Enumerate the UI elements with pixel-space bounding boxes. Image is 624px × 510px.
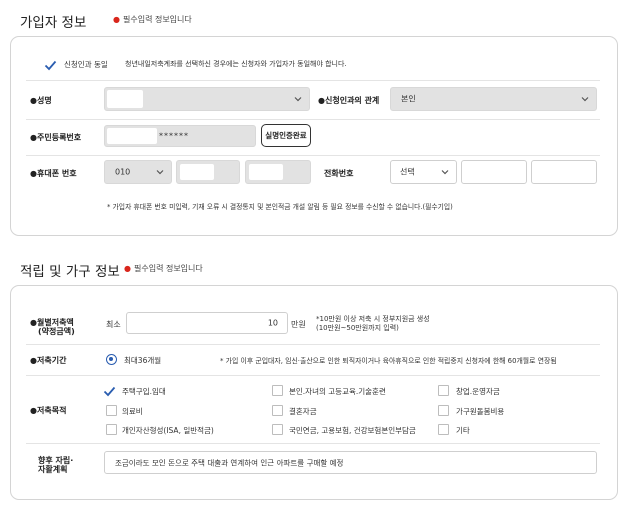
divider [26, 344, 600, 345]
rrn-field[interactable]: ****** [104, 125, 256, 147]
mobile-footnote: * 가입자 휴대폰 번호 미입력, 기재 오류 시 결정통지 및 본인적금 개설… [107, 203, 453, 211]
rrn-label: ●주민등록번호 [30, 133, 82, 142]
purpose-other-checkbox[interactable] [438, 424, 449, 435]
mobile-prefix-select[interactable]: 010 [104, 160, 172, 184]
future-plan-value: 조금이라도 모인 돈으로 주택 대출과 연계하여 인근 아파트를 구매할 예정 [115, 458, 344, 467]
mobile-last-value [249, 164, 283, 180]
name-value-area [107, 90, 143, 108]
mobile-label: ●휴대폰 번호 [30, 169, 77, 178]
purpose-isa-checkbox[interactable] [106, 424, 117, 435]
purpose-education-checkbox[interactable] [272, 385, 283, 396]
monthly-amount-value: 10 [267, 318, 278, 328]
monthly-savings-sublabel: (약정금액) [38, 327, 75, 336]
period-36-radio[interactable] [106, 354, 117, 365]
section-title-subscriber: 가입자 정보 [20, 15, 87, 31]
purpose-option-label: 의료비 [122, 407, 143, 416]
chevron-down-icon [156, 170, 164, 175]
divider [26, 119, 600, 120]
divider [26, 155, 600, 156]
consent-description: 청년내일저축계좌를 선택하신 경우에는 신청자와 가입자가 동일해야 합니다. [125, 60, 347, 68]
purpose-startup-checkbox[interactable] [438, 385, 449, 396]
amount-unit: 만원 [291, 320, 306, 329]
divider [26, 443, 600, 444]
future-plan-sublabel: 자활계획 [38, 465, 68, 474]
name-select[interactable] [104, 87, 310, 111]
minimum-prefix: 최소 [106, 320, 121, 329]
rrn-front-area [107, 128, 157, 144]
phone-middle-input[interactable] [461, 160, 527, 184]
required-note: ● 필수입력 정보입니다 [124, 264, 203, 273]
purpose-medical-checkbox[interactable] [106, 405, 117, 416]
mobile-middle-value [180, 164, 214, 180]
purpose-option-label: 주택구입.임대 [122, 387, 166, 396]
required-dot-icon: ● [113, 15, 120, 24]
purpose-wedding-checkbox[interactable] [272, 405, 283, 416]
chevron-down-icon [581, 97, 589, 102]
purpose-care-checkbox[interactable] [438, 405, 449, 416]
monthly-hint-line2: (10만원~50만원까지 입력) [316, 324, 399, 332]
phone-last-input[interactable] [531, 160, 597, 184]
name-label: ●성명 [30, 96, 52, 105]
divider [26, 375, 600, 376]
purpose-option-label: 결혼자금 [289, 407, 317, 416]
purpose-option-label: 창업.운영자금 [456, 387, 500, 396]
chevron-down-icon [294, 97, 302, 102]
required-dot-icon: ● [124, 264, 131, 273]
monthly-amount-input[interactable]: 10 [126, 312, 288, 334]
check-icon [103, 386, 116, 397]
period-note: * 가입 이후 군입대자, 임신·출산으로 인한 퇴직자이거나 육아휴직으로 인… [220, 357, 557, 365]
purpose-option-label: 기타 [456, 426, 470, 435]
mobile-last-input[interactable] [245, 160, 311, 184]
purpose-pension-checkbox[interactable] [272, 424, 283, 435]
savings-purpose-label: ●저축목적 [30, 406, 67, 415]
real-name-verified-button[interactable]: 실명인증완료 [261, 124, 311, 147]
required-note: ● 필수입력 정보입니다 [113, 15, 192, 24]
same-as-applicant-checkbox[interactable] [44, 57, 57, 76]
mobile-prefix-value: 010 [115, 167, 131, 177]
check-icon [44, 60, 57, 71]
divider [26, 80, 600, 81]
period-option-label: 최대36개월 [124, 356, 162, 365]
relation-value: 본인 [401, 94, 416, 104]
purpose-option-label: 국민연금, 고용보험, 건강보험본인부담금 [289, 426, 416, 435]
section-title-savings: 적립 및 가구 정보 [20, 264, 120, 280]
phone-prefix-value: 선택 [400, 167, 415, 177]
purpose-housing-checkbox[interactable] [103, 383, 116, 402]
same-as-applicant-label: 신청인과 동일 [64, 60, 108, 69]
phone-prefix-select[interactable]: 선택 [390, 160, 457, 184]
purpose-option-label: 개인자산형성(ISA, 일반적금) [122, 426, 214, 435]
relation-select[interactable]: 본인 [390, 87, 597, 111]
mobile-middle-input[interactable] [176, 160, 240, 184]
rrn-masked-value: ****** [159, 131, 189, 141]
savings-period-label: ●저축기간 [30, 356, 67, 365]
purpose-option-label: 본인.자녀의 고등교육.기술훈련 [289, 387, 386, 396]
future-plan-input[interactable]: 조금이라도 모인 돈으로 주택 대출과 연계하여 인근 아파트를 구매할 예정 [104, 451, 597, 474]
purpose-option-label: 가구원돌봄비용 [456, 407, 505, 416]
phone-label: 전화번호 [324, 169, 354, 178]
relation-label: ●신청인과의 관계 [318, 96, 380, 105]
chevron-down-icon [441, 170, 449, 175]
